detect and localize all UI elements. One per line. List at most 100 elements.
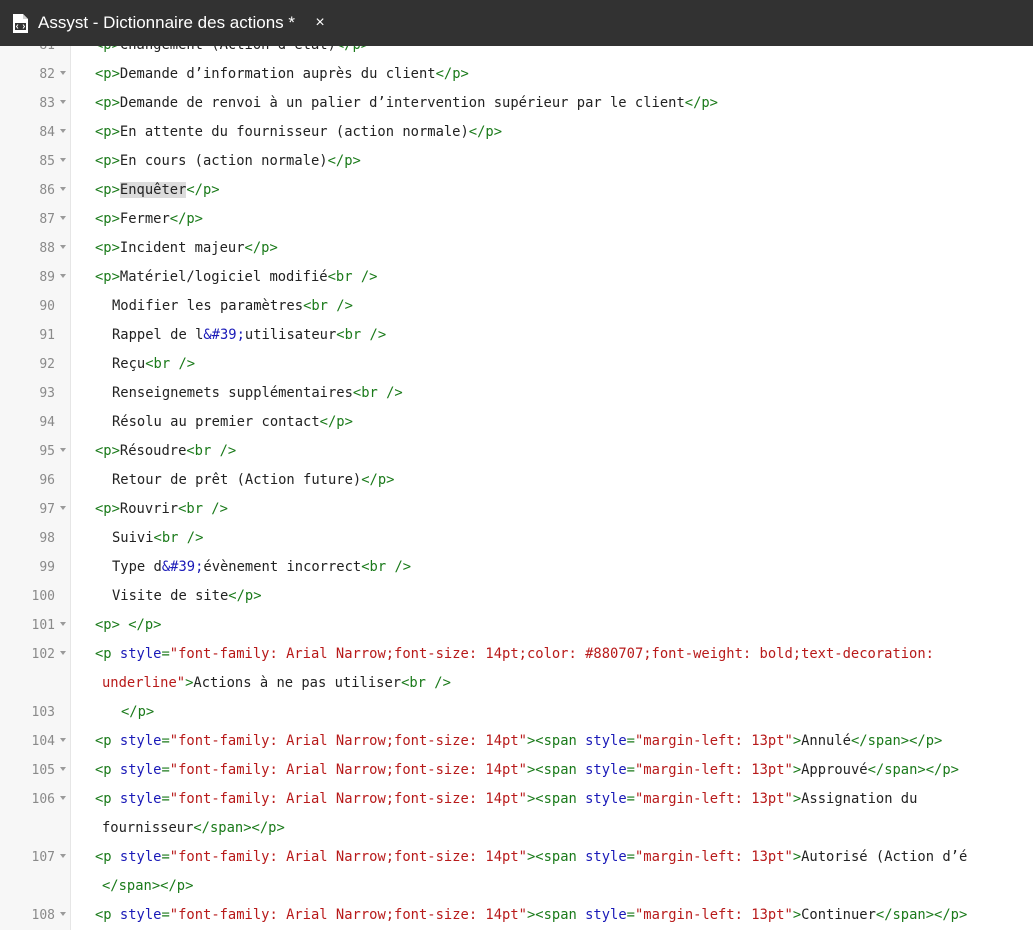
code-line[interactable]: 103 </p>	[0, 698, 1033, 727]
line-number: 86	[39, 183, 55, 198]
html-tag-token: </p>	[361, 472, 395, 488]
text-token: Demande d’information auprès du client	[119, 66, 436, 82]
code-line[interactable]: 85 <p>En cours (action normale)</p>	[0, 147, 1033, 176]
attribute-token: style	[119, 646, 162, 662]
code-line[interactable]: 91 Rappel de l&#39;utilisateur<br />	[0, 321, 1033, 350]
code-line[interactable]: 84 <p>En attente du fournisseur (action n…	[0, 118, 1033, 147]
code-line-wrap[interactable]: underline">Actions à ne pas utiliser<br …	[0, 669, 1033, 698]
fold-arrow-icon[interactable]	[60, 187, 66, 191]
code-line[interactable]: 82 <p>Demande d’information auprès du cli…	[0, 60, 1033, 89]
html-tag-token: >	[792, 791, 802, 807]
line-number: 106	[31, 792, 55, 807]
html-tag-token: ><span	[526, 907, 586, 923]
code-line[interactable]: 90 Modifier les paramètres<br />	[0, 292, 1033, 321]
fold-arrow-icon[interactable]	[60, 448, 66, 452]
code-line[interactable]: 108 <p style="font-family: Arial Narrow;f…	[0, 901, 1033, 930]
code-text: </p>	[121, 704, 154, 721]
line-number: 87	[39, 212, 55, 227]
html-tag-token: <p	[95, 907, 120, 923]
code-text: <p> </p>	[95, 617, 161, 634]
html-tag-token: </p>	[468, 124, 503, 140]
line-number: 102	[31, 647, 55, 662]
attribute-token: style	[119, 849, 162, 865]
html-tag-token: =	[626, 849, 635, 865]
html-tag-token: <p	[95, 791, 120, 807]
html-tag-token: <br />	[336, 327, 387, 343]
attribute-token: style	[585, 907, 627, 923]
code-text: <p style="font-family: Arial Narrow;font…	[95, 791, 917, 808]
text-token: Actions à ne pas utiliser	[193, 675, 402, 691]
entity-token: &#39;	[203, 327, 245, 343]
code-line[interactable]: 92 Reçu<br />	[0, 350, 1033, 379]
fold-arrow-icon[interactable]	[60, 738, 66, 742]
line-number: 97	[39, 502, 55, 517]
tab-title[interactable]: Assyst - Dictionnaire des actions *	[38, 12, 295, 34]
code-editor[interactable]: 81<p>Changement (Action d’état)</p>82<p>…	[0, 46, 1033, 930]
fold-arrow-icon[interactable]	[60, 100, 66, 104]
code-text: <p style="font-family: Arial Narrow;font…	[95, 907, 967, 924]
line-number: 91	[39, 328, 55, 343]
html-tag-token: </p>	[336, 46, 369, 53]
code-line[interactable]: 106 <p style="font-family: Arial Narrow;f…	[0, 785, 1033, 814]
code-line[interactable]: 104 <p style="font-family: Arial Narrow;f…	[0, 727, 1033, 756]
code-text: <p>Demande d’information auprès du clien…	[95, 66, 469, 83]
fold-arrow-icon[interactable]	[60, 71, 66, 75]
fold-arrow-icon[interactable]	[60, 129, 66, 133]
fold-arrow-icon[interactable]	[60, 216, 66, 220]
code-line[interactable]: 94 Résolu au premier contact</p>	[0, 408, 1033, 437]
fold-arrow-icon[interactable]	[60, 796, 66, 800]
close-tab-button[interactable]: ×	[310, 13, 330, 33]
code-text: <p style="font-family: Arial Narrow;font…	[95, 762, 959, 779]
code-line-wrap[interactable]: </span></p>	[0, 872, 1033, 901]
fold-arrow-icon[interactable]	[60, 274, 66, 278]
code-line[interactable]: 96 Retour de prêt (Action future)</p>	[0, 466, 1033, 495]
fold-arrow-icon[interactable]	[60, 767, 66, 771]
fold-arrow-icon[interactable]	[60, 245, 66, 249]
code-line[interactable]: 95 <p>Résoudre<br />	[0, 437, 1033, 466]
fold-arrow-icon[interactable]	[60, 158, 66, 162]
line-number: 108	[31, 908, 55, 923]
text-token: fournisseur	[102, 820, 194, 836]
code-line[interactable]: 83 <p>Demande de renvoi à un palier d’int…	[0, 89, 1033, 118]
line-number: 107	[31, 850, 55, 865]
code-line[interactable]: 88 <p>Incident majeur</p>	[0, 234, 1033, 263]
code-line-wrap[interactable]: fournisseur</span></p>	[0, 814, 1033, 843]
code-line[interactable]: 97 <p>Rouvrir<br />	[0, 495, 1033, 524]
html-tag-token: >	[792, 762, 802, 778]
fold-arrow-icon[interactable]	[60, 912, 66, 916]
html-tag-token: <p>	[95, 182, 120, 198]
code-line[interactable]: 86 <p>Enquêter</p>	[0, 176, 1033, 205]
code-line[interactable]: 87 <p>Fermer</p>	[0, 205, 1033, 234]
text-token: Demande de renvoi à un palier d’interven…	[119, 95, 685, 111]
text-token: Continuer	[801, 907, 876, 923]
code-line[interactable]: 102 <p style="font-family: Arial Narrow;f…	[0, 640, 1033, 669]
code-line[interactable]: 93 Renseignemets supplémentaires<br />	[0, 379, 1033, 408]
code-line[interactable]: 105 <p style="font-family: Arial Narrow;f…	[0, 756, 1033, 785]
text-token: Changement (Action d’état)	[120, 46, 336, 53]
code-text: <p style="font-family: Arial Narrow;font…	[95, 733, 942, 750]
html-tag-token: <p>	[95, 501, 120, 517]
fold-arrow-icon[interactable]	[60, 622, 66, 626]
html-tag-token: <br />	[145, 356, 196, 372]
html-tag-token: </p>	[186, 182, 220, 198]
code-line[interactable]: 98 Suivi<br />	[0, 524, 1033, 553]
code-text: <p>En cours (action normale)</p>	[95, 153, 361, 170]
code-line[interactable]: 101 <p> </p>	[0, 611, 1033, 640]
text-token: Résoudre	[119, 443, 187, 459]
code-line[interactable]: 100 Visite de site</p>	[0, 582, 1033, 611]
html-tag-token: <p>	[95, 240, 120, 256]
fold-arrow-icon[interactable]	[60, 651, 66, 655]
code-line[interactable]: 81 <p>Changement (Action d’état)</p>	[0, 46, 1033, 60]
html-tag-token: </p>	[121, 704, 155, 720]
code-line[interactable]: 107 <p style="font-family: Arial Narrow;f…	[0, 843, 1033, 872]
code-text: Rappel de l&#39;utilisateur<br />	[112, 327, 386, 344]
code-line[interactable]: 89 <p>Matériel/logiciel modifié<br />	[0, 263, 1033, 292]
fold-arrow-icon[interactable]	[60, 506, 66, 510]
code-line[interactable]: 99 Type d&#39;évènement incorrect<br />	[0, 553, 1033, 582]
line-number: 90	[39, 299, 55, 314]
code-text: Suivi<br />	[112, 530, 203, 547]
text-token: Suivi	[112, 530, 154, 546]
attribute-token: style	[119, 791, 162, 807]
fold-arrow-icon[interactable]	[60, 854, 66, 858]
